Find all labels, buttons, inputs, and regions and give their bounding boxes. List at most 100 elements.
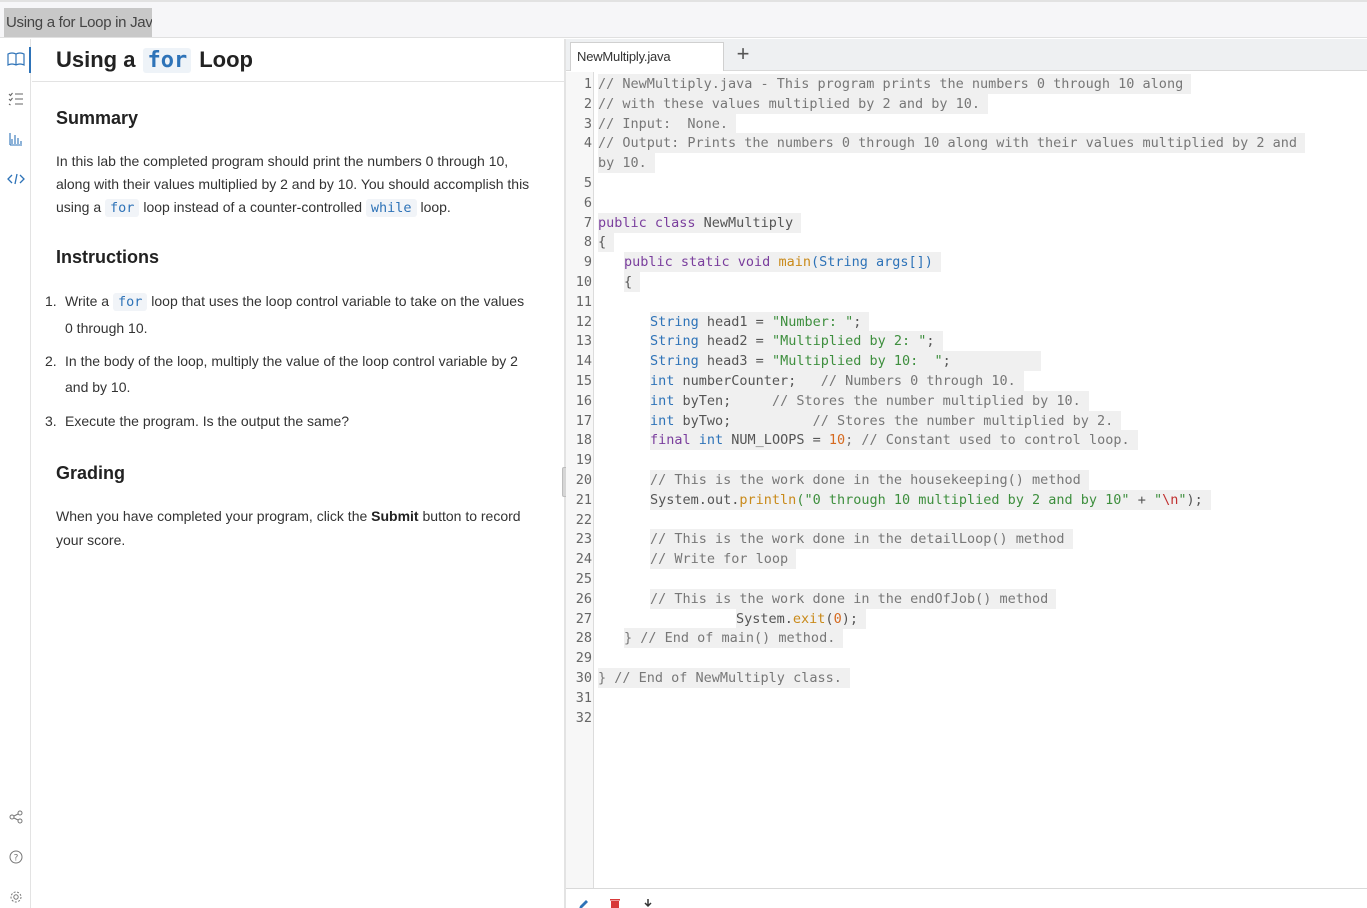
code-line: 32 <box>566 708 1367 728</box>
book-icon[interactable] <box>0 48 31 70</box>
step-number: 3. <box>45 413 57 429</box>
delete-icon[interactable] <box>608 897 622 908</box>
page-title-post: Loop <box>199 47 253 72</box>
code-line: 11 <box>566 292 1367 312</box>
code-string: "Number: " <box>771 314 854 330</box>
line-number: 6 <box>583 195 592 211</box>
code-line: 15 int numberCounter; // Numbers 0 throug… <box>566 371 1367 391</box>
code-line: 17 int byTwo; // Stores the number multip… <box>566 411 1367 431</box>
code-type: String <box>650 333 699 349</box>
code-line: 7 public class NewMultiply <box>566 213 1367 233</box>
code-text: ; <box>942 353 951 369</box>
settings-icon[interactable] <box>0 886 31 908</box>
grading-heading: Grading <box>56 463 126 483</box>
line-number: 17 <box>575 413 592 429</box>
code-icon[interactable] <box>0 168 31 190</box>
grading-submit-bold: Submit <box>371 508 419 524</box>
line-number: 12 <box>575 314 592 330</box>
code-comment: } // End of NewMultiply class. <box>598 668 850 688</box>
code-text: head2 = <box>698 333 772 349</box>
code-text: { <box>624 272 641 292</box>
line-number: 28 <box>575 630 592 646</box>
code-comment: // This is the work done in the endOfJob… <box>650 589 1057 609</box>
code-escape: \n <box>1162 492 1179 508</box>
line-number: 15 <box>575 373 592 389</box>
code-string: " <box>1178 492 1187 508</box>
code-string: " <box>1153 492 1163 508</box>
line-number: 25 <box>575 571 592 587</box>
code-text: // Output: Prints the numbers 0 through … <box>598 133 1305 153</box>
line-number: 5 <box>583 175 592 191</box>
code-line: 20 // This is the work done in the housek… <box>566 470 1367 490</box>
line-number: 14 <box>575 353 592 369</box>
edit-icon[interactable] <box>577 897 591 908</box>
code-text: // Input: None. <box>598 114 737 134</box>
code-text: ); <box>841 611 858 627</box>
step-text-pre: Write a <box>65 293 110 309</box>
add-tab-button[interactable]: + <box>732 42 754 68</box>
code-string: "Multiplied by 2: " <box>771 333 927 349</box>
line-number: 31 <box>575 690 592 706</box>
grading-paragraph: When you have completed your program, cl… <box>56 504 544 552</box>
share-icon[interactable] <box>0 806 31 828</box>
line-number: 7 <box>583 215 592 231</box>
code-line: 10 { <box>566 272 1367 292</box>
line-number: 18 <box>575 432 592 448</box>
chart-icon[interactable] <box>0 128 31 150</box>
code-line: 22 <box>566 510 1367 530</box>
line-number: 9 <box>583 254 592 270</box>
help-icon[interactable]: ? <box>0 846 31 868</box>
code-line: 13 String head2 = "Multiplied by 2: "; <box>566 331 1367 351</box>
code-number: 0 <box>833 611 842 627</box>
code-line: 5 <box>566 173 1367 193</box>
code-text: NewMultiply <box>695 215 794 231</box>
line-number: 11 <box>575 294 592 310</box>
code-comment: // Stores the number multiplied by 10. <box>771 393 1081 409</box>
code-type: (String args[]) <box>810 254 933 270</box>
editor-toolbar <box>566 888 1367 908</box>
code-line: 29 <box>566 648 1367 668</box>
code-comment: ; // Constant used to control loop. <box>845 432 1130 448</box>
line-number: 26 <box>575 591 592 607</box>
code-text: ( <box>825 611 834 627</box>
instruction-step: 3. Execute the program. Is the output th… <box>45 408 535 434</box>
code-line: 1 // NewMultiply.java - This program prin… <box>566 74 1367 94</box>
code-string: ("0 through 10 multiplied by 2 and by 10… <box>796 492 1130 508</box>
code-text: NUM_LOOPS = <box>723 432 829 448</box>
code-line: 25 <box>566 569 1367 589</box>
code-line: 4 // Output: Prints the numbers 0 through… <box>566 133 1367 153</box>
code-text: numberCounter; <box>674 373 821 389</box>
code-line: 16 int byTen; // Stores the number multip… <box>566 391 1367 411</box>
code-line: 8{ <box>566 232 1367 252</box>
code-line: 26 // This is the work done in the endOfJ… <box>566 589 1367 609</box>
code-text: System.out. <box>650 492 740 508</box>
download-icon[interactable] <box>641 897 655 908</box>
code-type: String <box>650 353 699 369</box>
code-line: 30} // End of NewMultiply class. <box>566 668 1367 688</box>
svg-text:?: ? <box>13 854 18 864</box>
checklist-icon[interactable] <box>0 88 31 110</box>
line-number: 27 <box>575 611 592 627</box>
code-text: byTen; <box>674 393 772 409</box>
step-number: 2. <box>45 353 57 369</box>
tab-newmultiply-java[interactable]: NewMultiply.java <box>570 42 724 71</box>
code-line: 31 <box>566 688 1367 708</box>
code-text: byTwo; <box>674 413 813 429</box>
code-line: 24 // Write for loop <box>566 549 1367 569</box>
code-area[interactable]: 1 // NewMultiply.java - This program prin… <box>566 72 1367 888</box>
line-number: 19 <box>575 452 592 468</box>
line-number: 13 <box>575 333 592 349</box>
code-comment: } // End of main() method. <box>624 628 844 648</box>
code-comment: // This is the work done in the detailLo… <box>650 529 1073 549</box>
code-line: 28 } // End of main() method. <box>566 628 1367 648</box>
code-line: 27 System.exit(0); <box>566 609 1367 629</box>
editor-tab-bar: NewMultiply.java + <box>566 39 1367 71</box>
instructions-heading: Instructions <box>56 247 160 267</box>
step-code-for: for <box>112 293 148 311</box>
code-line: 9 public static void main(String args[]) <box>566 252 1367 272</box>
grading-text-pre: When you have completed your program, cl… <box>56 508 368 524</box>
line-number: 4 <box>583 135 592 151</box>
code-line: 12 String head1 = "Number: "; <box>566 312 1367 332</box>
code-type: int <box>698 432 724 448</box>
summary-text-3: loop. <box>420 199 451 215</box>
